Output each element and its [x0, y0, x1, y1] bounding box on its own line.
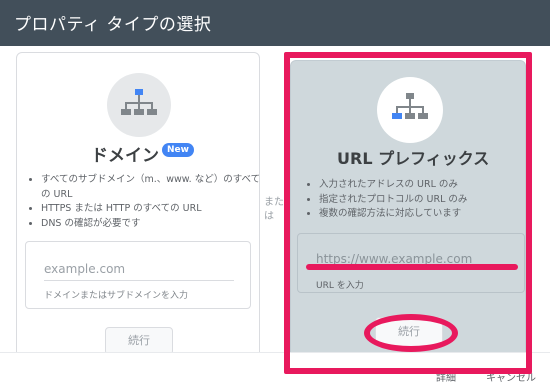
domain-input-helper: ドメインまたはサブドメインを入力 [44, 291, 189, 301]
dialog-footer: 詳細 キャンセル [0, 352, 550, 392]
feature-item: 複数の確認方法に対応しています [319, 207, 529, 222]
domain-continue-button[interactable]: 続行 [105, 327, 173, 355]
feature-item: 入力されたアドレスの URL のみ [319, 178, 529, 193]
cancel-button[interactable]: キャンセル [486, 369, 536, 384]
annotation-underline [306, 264, 518, 270]
annotation-circle [364, 314, 458, 352]
domain-input-placeholder: example.com [44, 262, 126, 276]
domain-feature-list: すべてのサブドメイン（m.、www. など）のすべての URL HTTPS また… [27, 173, 261, 231]
domain-card-title: ドメイン [91, 146, 159, 166]
sitemap-icon [392, 93, 428, 119]
url-prefix-feature-list: 入力されたアドレスの URL のみ 指定されたプロトコルの URL のみ 複数の… [305, 178, 529, 222]
input-underline [44, 280, 234, 281]
dialog-header: プロパティ タイプの選択 [0, 0, 550, 46]
domain-icon-circle [107, 73, 171, 137]
sitemap-icon [121, 89, 157, 115]
feature-item: DNS の確認が必要です [41, 217, 261, 232]
url-prefix-input[interactable]: https://www.example.com URL を入力 [297, 233, 525, 293]
url-prefix-card-title: URL プレフィックス [337, 149, 490, 168]
or-separator: また は [264, 197, 284, 222]
feature-item: 指定されたプロトコルの URL のみ [319, 193, 529, 208]
url-prefix-input-helper: URL を入力 [316, 281, 364, 291]
domain-property-card[interactable]: ドメイン New すべてのサブドメイン（m.、www. など）のすべての URL… [16, 52, 260, 392]
new-badge: New [162, 143, 194, 157]
feature-item: HTTPS または HTTP のすべての URL [41, 202, 261, 217]
dialog-title: プロパティ タイプの選択 [14, 15, 212, 35]
url-prefix-icon-circle [377, 77, 443, 143]
feature-item: すべてのサブドメイン（m.、www. など）のすべての URL [41, 173, 261, 202]
domain-input[interactable]: example.com ドメインまたはサブドメインを入力 [25, 241, 251, 309]
details-link[interactable]: 詳細 [436, 369, 456, 384]
